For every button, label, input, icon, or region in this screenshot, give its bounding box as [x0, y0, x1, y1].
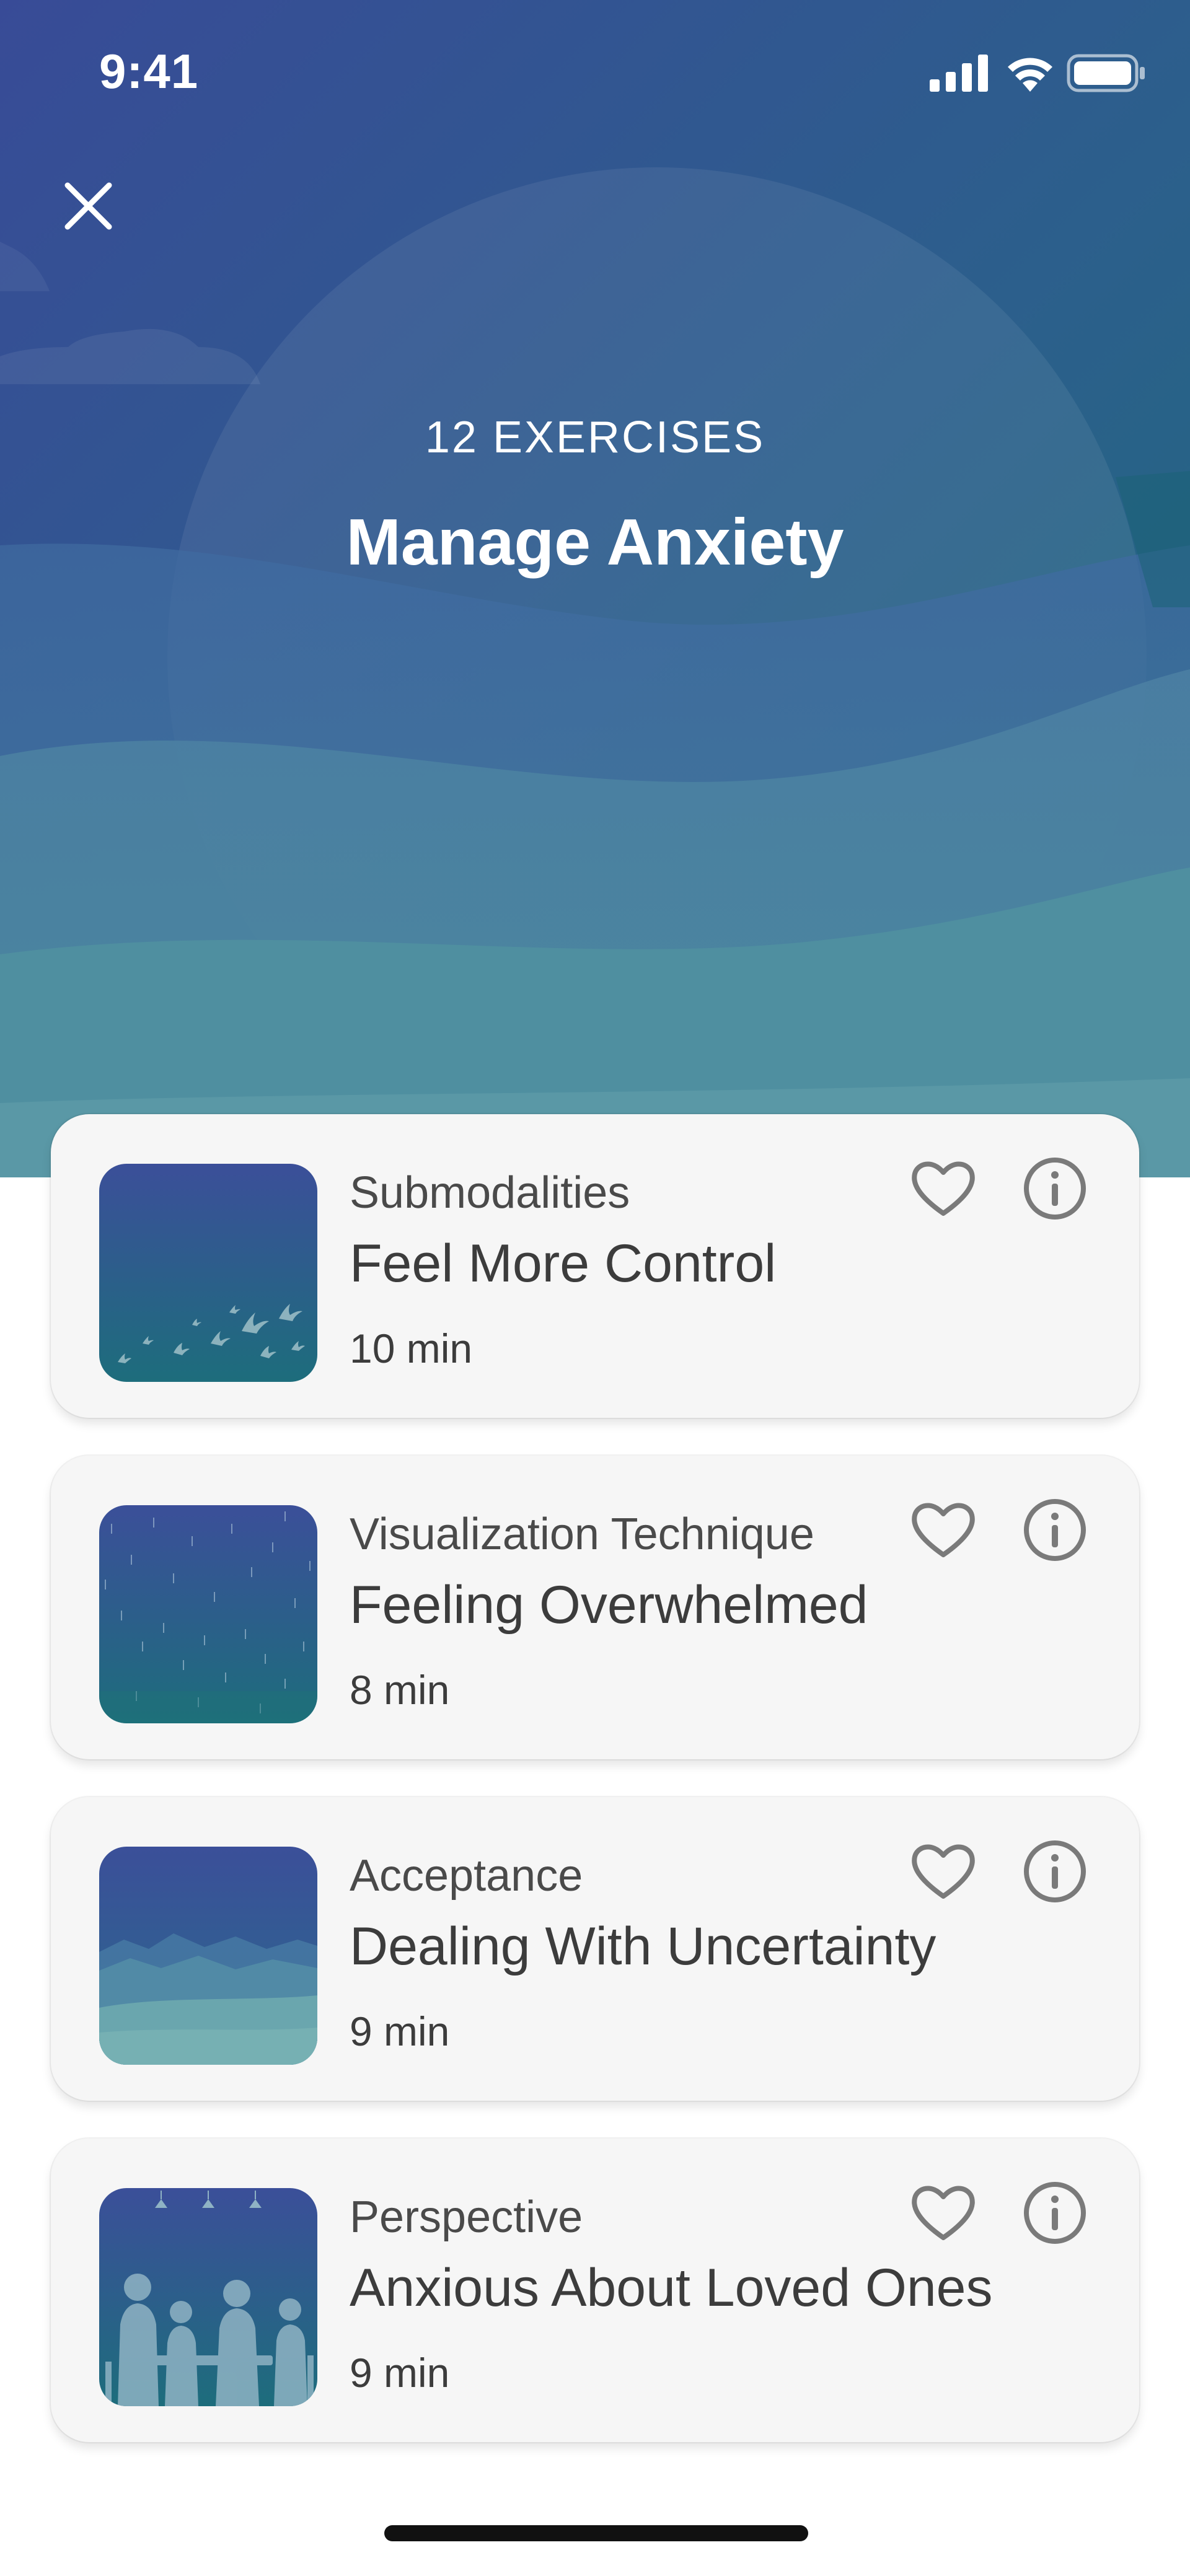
- exercise-category: Perspective: [350, 2192, 583, 2242]
- heart-icon: [912, 2186, 975, 2240]
- status-time: 9:41: [99, 44, 199, 99]
- hero-landscape-illustration: [0, 0, 1190, 1177]
- info-button[interactable]: [1018, 2176, 1092, 2250]
- exercise-duration: 8 min: [350, 1667, 450, 1713]
- exercise-card[interactable]: Acceptance Dealing With Uncertainty 9 mi…: [51, 1797, 1139, 2101]
- info-icon: [1024, 1499, 1086, 1561]
- exercise-thumbnail-birds: [99, 1164, 317, 1382]
- favorite-button[interactable]: [906, 1493, 981, 1567]
- favorite-button[interactable]: [906, 2176, 981, 2250]
- exercise-title: Feel More Control: [350, 1234, 777, 1293]
- screen: 9:41 12 EXERCISES Manage Anxiety Submoda…: [0, 0, 1190, 2576]
- exercise-thumbnail-rain: [99, 1505, 317, 1723]
- exercise-duration: 10 min: [350, 1325, 473, 1371]
- wifi-icon: [1008, 58, 1052, 92]
- exercise-count: 12 EXERCISES: [425, 413, 765, 462]
- exercise-card[interactable]: Perspective Anxious About Loved Ones 9 m…: [51, 2139, 1139, 2442]
- info-button[interactable]: [1018, 1151, 1092, 1226]
- favorite-button[interactable]: [906, 1151, 981, 1226]
- exercise-category: Acceptance: [350, 1851, 583, 1901]
- exercise-title: Feeling Overwhelmed: [350, 1575, 868, 1635]
- exercise-thumbnail-family: [99, 2188, 317, 2406]
- exercise-duration: 9 min: [350, 2350, 450, 2396]
- info-icon: [1024, 1840, 1086, 1902]
- heart-icon: [912, 1503, 975, 1557]
- exercise-duration: 9 min: [350, 2008, 450, 2054]
- exercise-card[interactable]: Visualization Technique Feeling Overwhel…: [51, 1456, 1139, 1759]
- battery-icon: [1067, 54, 1145, 92]
- home-indicator[interactable]: [384, 2525, 808, 2541]
- exercise-category: Submodalities: [350, 1168, 630, 1218]
- exercise-title: Dealing With Uncertainty: [350, 1917, 937, 1976]
- exercise-title: Anxious About Loved Ones: [350, 2258, 993, 2318]
- hero-banner: 9:41 12 EXERCISES Manage Anxiety: [0, 0, 1190, 1177]
- heart-icon: [912, 1161, 975, 1216]
- close-button[interactable]: [59, 177, 118, 235]
- status-icons: [930, 51, 1147, 94]
- exercise-category: Visualization Technique: [350, 1510, 814, 1559]
- exercise-thumbnail-mountains: [99, 1847, 317, 2065]
- favorite-button[interactable]: [906, 1834, 981, 1909]
- info-icon: [1024, 2182, 1086, 2244]
- info-button[interactable]: [1018, 1493, 1092, 1567]
- info-icon: [1024, 1158, 1086, 1220]
- exercise-card[interactable]: Submodalities Feel More Control 10 min: [51, 1114, 1139, 1418]
- heart-icon: [912, 1844, 975, 1899]
- cellular-signal-icon: [930, 55, 988, 92]
- page-title: Manage Anxiety: [346, 506, 844, 579]
- info-button[interactable]: [1018, 1834, 1092, 1909]
- close-icon: [64, 182, 112, 230]
